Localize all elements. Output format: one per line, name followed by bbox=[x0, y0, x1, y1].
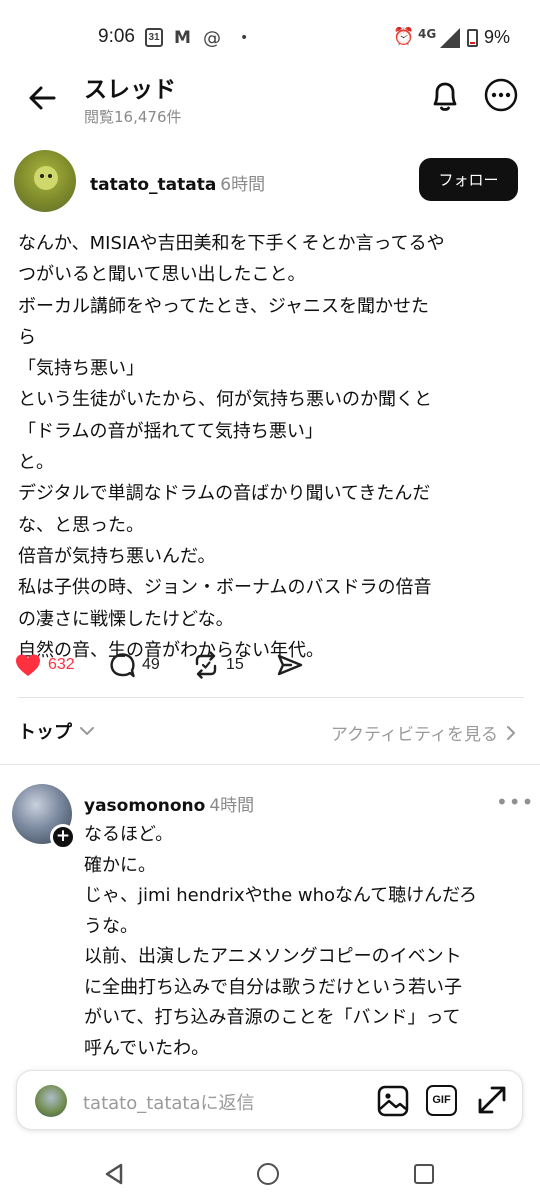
nav-home-icon[interactable] bbox=[257, 1163, 279, 1185]
status-time: 9:06 bbox=[98, 26, 135, 47]
avatar-face bbox=[34, 166, 58, 190]
threads-icon: @ bbox=[203, 28, 221, 49]
post-line: な、と思った。 bbox=[18, 514, 144, 536]
sort-dropdown[interactable]: トップ bbox=[18, 718, 96, 744]
bell-icon[interactable] bbox=[428, 78, 462, 114]
avatar-eye bbox=[48, 174, 52, 178]
reply-author[interactable]: yasomonono 4時間 bbox=[84, 791, 254, 816]
image-attach-icon[interactable] bbox=[376, 1084, 410, 1118]
divider bbox=[18, 697, 524, 698]
send-icon bbox=[277, 654, 303, 676]
expand-icon[interactable] bbox=[475, 1083, 509, 1117]
back-arrow-icon[interactable] bbox=[24, 80, 60, 116]
chevron-down-icon bbox=[80, 727, 94, 735]
nav-back-icon[interactable] bbox=[104, 1163, 124, 1185]
post-time: 6時間 bbox=[220, 175, 266, 195]
battery-percent: 9% bbox=[484, 27, 511, 47]
author-username[interactable]: tatato_tatata bbox=[90, 175, 216, 195]
reply-button[interactable]: 49 bbox=[108, 647, 160, 683]
post-line: 「気持ち悪い」 bbox=[18, 358, 144, 380]
calendar-icon: 31 bbox=[145, 28, 163, 47]
reply-line: 呼んでいたわ。 bbox=[84, 1037, 210, 1059]
view-activity-link[interactable]: アクティビティを見る bbox=[331, 720, 518, 745]
like-count: 632 bbox=[48, 656, 75, 673]
repost-button[interactable]: 15 bbox=[192, 647, 244, 683]
signal-icon bbox=[440, 28, 460, 48]
post-line: の凄さに戦慄したけどな。 bbox=[18, 608, 234, 630]
page-title: スレッド bbox=[84, 77, 176, 103]
post-text: なんか、MISIAや吉田美和を下手くそとか言ってるや つがいると聞いて思い出した… bbox=[18, 228, 524, 666]
alarm-icon: ⏰ bbox=[393, 27, 415, 47]
post-line: 倍音が気持ち悪いんだ。 bbox=[18, 545, 216, 567]
more-options-icon[interactable] bbox=[484, 78, 518, 112]
view-count: 閲覧16,476件 bbox=[84, 108, 182, 126]
gmail-icon: M bbox=[174, 28, 191, 48]
reply-username[interactable]: yasomonono bbox=[84, 796, 205, 816]
battery-icon bbox=[467, 29, 478, 47]
reply-line: 確かに。 bbox=[84, 854, 156, 876]
reply-line: がいて、打ち込み音源のことを「バンド」って bbox=[84, 1007, 461, 1028]
post-line: つがいると聞いて思い出したこと。 bbox=[18, 264, 306, 286]
post-line: ボーカル講師をやってたとき、ジャニスを聞かせた bbox=[18, 295, 429, 317]
system-nav-bar bbox=[0, 1148, 540, 1199]
activity-label: アクティビティを見る bbox=[330, 725, 498, 745]
reply-more-icon[interactable]: ••• bbox=[496, 790, 534, 814]
post-line: と。 bbox=[18, 452, 54, 474]
reply-line: うな。 bbox=[84, 915, 138, 937]
comment-icon bbox=[110, 653, 135, 678]
reply-text: なるほど。 確かに。 じゃ、jimi hendrixやthe whoなんて聴けん… bbox=[84, 820, 524, 1064]
reply-line: に全曲打ち込みで自分は歌うだけという若い子 bbox=[84, 976, 462, 998]
notification-dot-icon: • bbox=[240, 30, 249, 46]
follow-button[interactable]: フォロー bbox=[419, 158, 518, 201]
reply-count: 49 bbox=[142, 656, 160, 673]
app-header: スレッド 閲覧16,476件 bbox=[0, 66, 540, 130]
reply-line: じゃ、jimi hendrixやthe whoなんて聴けんだろ bbox=[84, 885, 478, 906]
post-line: なんか、MISIAや吉田美和を下手くそとか言ってるや bbox=[18, 233, 445, 254]
divider bbox=[0, 764, 540, 765]
reply-line: 以前、出演したアニメソングコピーのイベント bbox=[84, 946, 462, 967]
repost-icon bbox=[195, 651, 217, 679]
post-line: 「ドラムの音が揺れてて気持ち悪い」 bbox=[18, 420, 323, 442]
gif-button[interactable]: GIF bbox=[426, 1085, 457, 1116]
post-line: ら bbox=[18, 326, 36, 348]
post-line: という生徒がいたから、何が気持ち悪いのか聞くと bbox=[18, 389, 432, 411]
reply-composer[interactable]: tatato_tatataに返信 GIF bbox=[16, 1070, 523, 1130]
avatar-eye bbox=[40, 174, 44, 178]
repost-count: 15 bbox=[226, 656, 244, 673]
post-line: 私は子供の時、ジョン・ボーナムのバスドラの倍音 bbox=[18, 577, 432, 599]
share-button[interactable] bbox=[276, 647, 304, 683]
current-user-avatar bbox=[35, 1085, 67, 1117]
like-button[interactable]: 632 bbox=[14, 647, 75, 683]
network-type: 4G bbox=[418, 27, 437, 41]
follow-plus-icon[interactable]: + bbox=[50, 824, 76, 850]
sort-label: トップ bbox=[18, 722, 72, 743]
reply-line: なるほど。 bbox=[84, 824, 174, 845]
post-line: デジタルで単調なドラムの音ばかり聞いてきたんだ bbox=[18, 483, 431, 505]
post-actions: 632 49 15 bbox=[14, 647, 414, 683]
author-avatar[interactable] bbox=[14, 150, 76, 212]
nav-recents-icon[interactable] bbox=[414, 1164, 434, 1184]
reply-time: 4時間 bbox=[209, 796, 255, 816]
heart-filled-icon bbox=[16, 654, 40, 676]
reply-input-placeholder[interactable]: tatato_tatataに返信 bbox=[83, 1089, 255, 1115]
chevron-right-icon bbox=[507, 725, 515, 740]
post-author[interactable]: tatato_tatata 6時間 bbox=[90, 170, 265, 195]
